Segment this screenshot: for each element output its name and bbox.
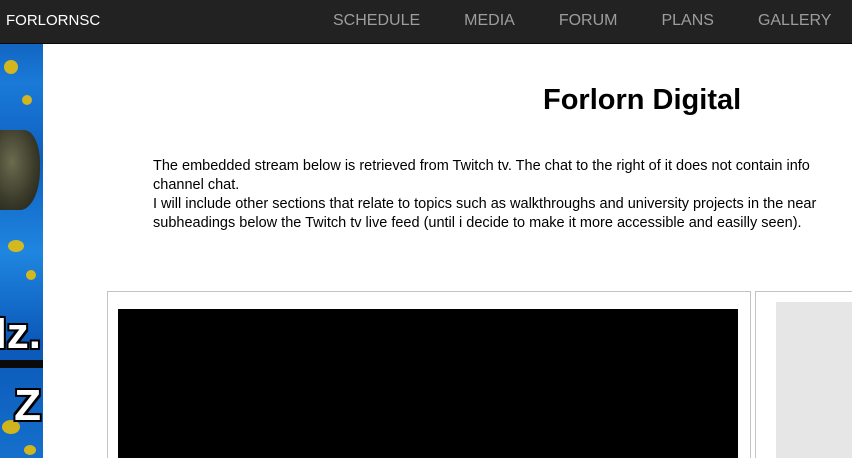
background-side-image: Iz. Z [0, 0, 43, 458]
creature-image [0, 130, 40, 210]
decor-spot [4, 60, 18, 74]
meme-text-bottom: Z [14, 381, 41, 430]
decor-spot [26, 270, 36, 280]
intro-line: The embedded stream below is retrieved f… [153, 158, 810, 174]
intro-line: subheadings below the Twitch tv live fee… [153, 215, 802, 231]
nav-item-forum[interactable]: FORUM [537, 0, 640, 44]
decor-spot [24, 445, 36, 455]
stream-panel [107, 291, 751, 458]
top-navbar: FORLORNSC SCHEDULE MEDIA FORUM PLANS GAL… [0, 0, 852, 44]
page-title: Forlorn Digital [543, 84, 742, 116]
nav-item-plans[interactable]: PLANS [639, 0, 735, 44]
intro-text: The embedded stream below is retrieved f… [153, 157, 852, 233]
nav-menu: SCHEDULE MEDIA FORUM PLANS GALLERY [311, 0, 852, 44]
brand-link[interactable]: FORLORNSC [6, 12, 100, 29]
intro-line: channel chat. [153, 177, 240, 193]
nav-item-gallery[interactable]: GALLERY [736, 0, 852, 44]
meme-text-top: Iz. [0, 309, 41, 358]
intro-line: I will include other sections that relat… [153, 196, 817, 212]
nav-item-schedule[interactable]: SCHEDULE [311, 0, 442, 44]
twitch-stream-player[interactable] [118, 309, 738, 458]
image-divider [0, 360, 43, 368]
chat-panel [755, 291, 852, 458]
twitch-chat-embed[interactable] [776, 302, 852, 458]
nav-item-media[interactable]: MEDIA [442, 0, 537, 44]
decor-spot [22, 95, 32, 105]
decor-spot [8, 240, 24, 252]
